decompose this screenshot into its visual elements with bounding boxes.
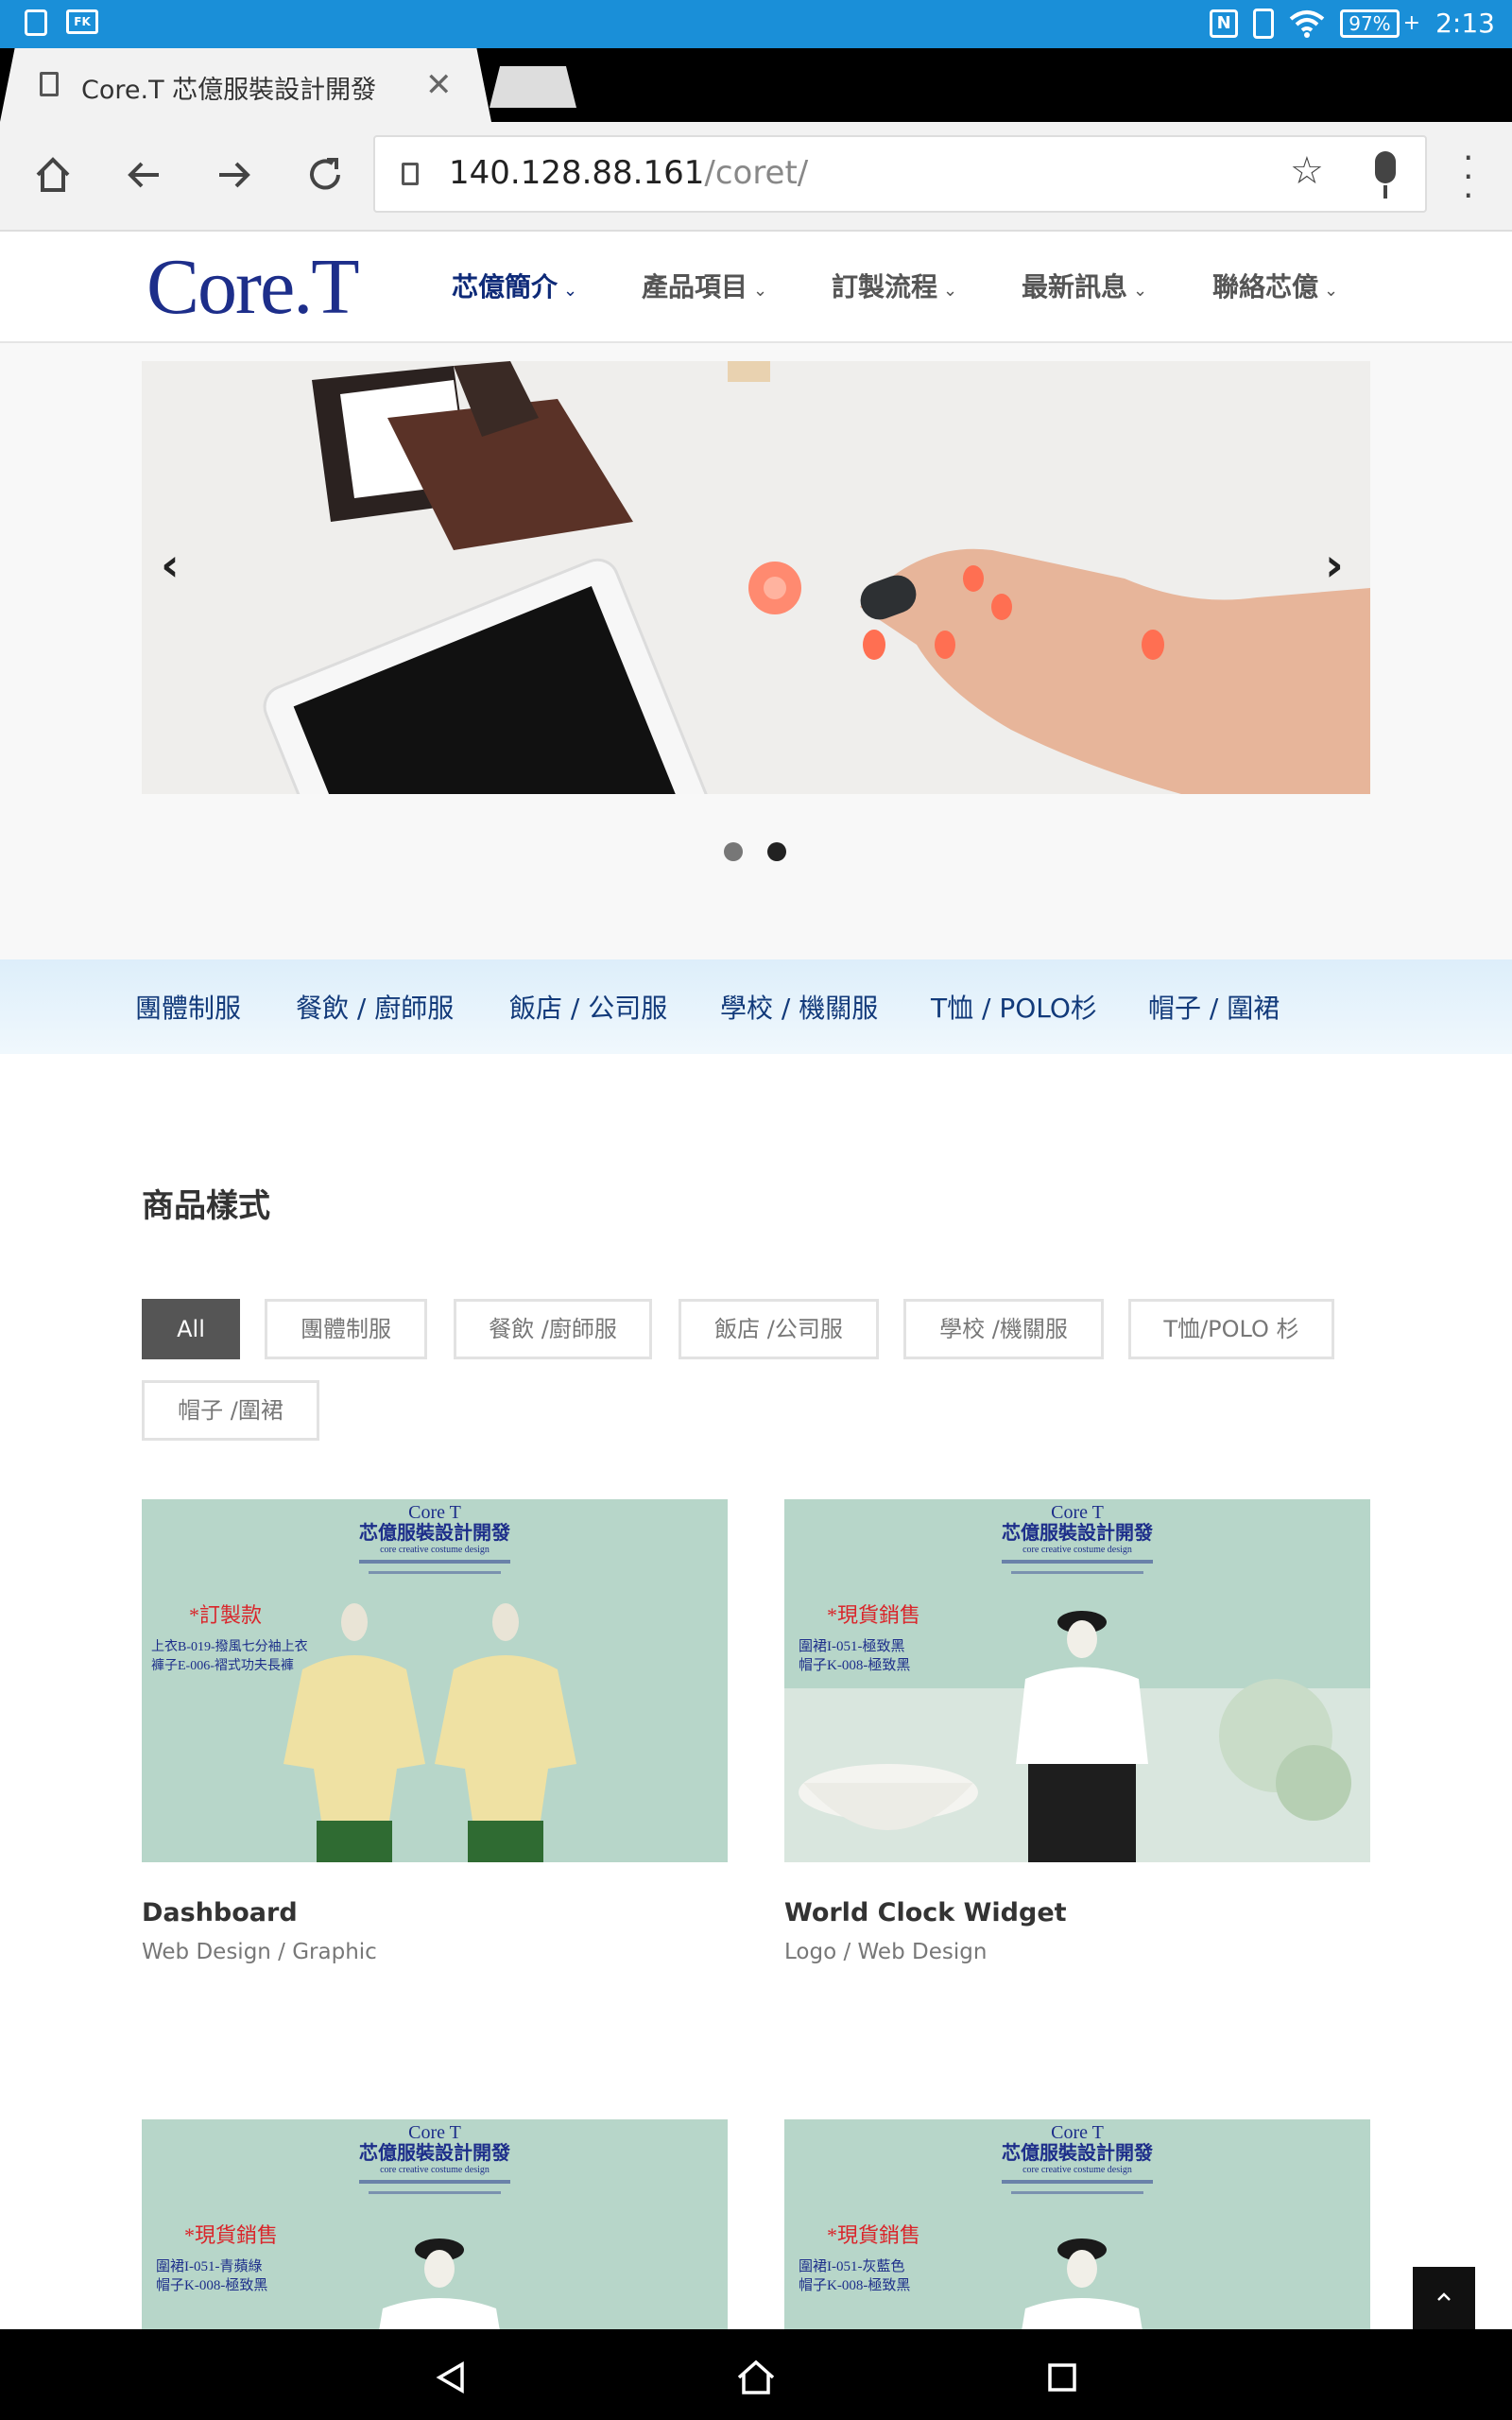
forward-icon[interactable] [206,147,263,203]
status-bar: FK N 97% + 2:13 [0,0,1512,48]
filter-button[interactable]: T恤/POLO 杉 [1128,1299,1334,1359]
carousel-dot-1[interactable] [724,842,743,861]
url-text[interactable]: 140.128.88.161/coret/ [449,154,808,192]
card-image-line: 帽子K-008-極致黑 [799,2277,910,2293]
fk-icon: FK [66,9,98,34]
filter-button[interactable]: 學校 /機關服 [903,1299,1104,1359]
card-image-company: 芯億服裝設計開發 [1002,2141,1153,2164]
menu-icon[interactable]: · · · [1463,142,1473,214]
url-host: 140.128.88.161 [449,154,705,192]
card-image-brand: Core T [408,1502,461,1523]
category-link[interactable]: 飯店 / 公司服 [509,988,667,1026]
product-card-image[interactable]: Core T 芯億服裝設計開發 core creative costume de… [784,1499,1370,1862]
card-image-tag: *現貨銷售 [184,2223,278,2247]
card-image-line: 圍裙I-051-灰藍色 [799,2258,905,2274]
card-image-tagline: core creative costume design [380,2165,490,2175]
product-card-image[interactable]: Core T 芯億服裝設計開發 core creative costume de… [142,2119,728,2337]
back-icon[interactable] [115,147,172,203]
battery-level: 97% [1349,11,1391,35]
card-image-company: 芯億服裝設計開發 [359,1521,510,1544]
home-icon[interactable] [25,147,81,203]
chevron-down-icon: ⌄ [1133,281,1148,301]
wifi-icon [1289,9,1325,38]
new-tab-button[interactable] [490,66,576,108]
card-image-tag: *訂製款 [189,1603,262,1627]
nfc-icon: N [1210,9,1239,38]
nav-contact[interactable]: 聯絡芯億 ⌄ [1212,267,1338,304]
card-image-tag: *現貨銷售 [827,1603,920,1627]
download-icon [25,9,47,36]
filter-button[interactable]: 帽子 /圍裙 [142,1380,319,1441]
product-card-image[interactable]: Core T 芯億服裝設計開發 core creative costume de… [784,2119,1370,2337]
site-logo[interactable]: Core.T [146,241,360,333]
section-title: 商品樣式 [142,1187,270,1225]
card-image-tagline: core creative costume design [1022,1545,1132,1555]
nav-products-label: 產品項目 [642,271,748,302]
card-image-line: 帽子K-008-極致黑 [799,1657,910,1673]
nav-home-icon[interactable] [728,2349,784,2406]
category-link[interactable]: 團體制服 [135,988,241,1026]
vibrate-icon [1253,8,1275,39]
card-image-company: 芯億服裝設計開發 [1002,1521,1153,1544]
card-image-line: 上衣B-019-撥風七分袖上衣 [151,1639,308,1654]
card-image-line: 圍裙I-051-極致黑 [799,1638,905,1654]
page-info-icon[interactable] [402,163,419,185]
carousel-dot-2[interactable] [767,842,786,861]
mic-icon-stem [1383,185,1387,199]
product-card-subtitle: Web Design / Graphic [142,1940,377,1964]
card-image-brand: Core T [408,2122,461,2143]
filter-button[interactable]: 團體制服 [265,1299,427,1359]
charging-icon: + [1402,11,1421,35]
nav-contact-label: 聯絡芯億 [1212,271,1319,302]
chevron-down-icon: ⌄ [753,281,768,301]
product-card-subtitle: Logo / Web Design [784,1940,988,1964]
chevron-up-icon [1437,2292,1451,2301]
filter-button[interactable]: 餐飲 /廚師服 [454,1299,652,1359]
filter-button[interactable]: 飯店 /公司服 [679,1299,879,1359]
product-card-title[interactable]: Dashboard [142,1898,298,1927]
carousel-prev-icon[interactable]: ‹ [161,539,180,592]
nav-news[interactable]: 最新訊息 ⌄ [1022,267,1147,304]
filter-all-button[interactable]: All [142,1299,240,1359]
card-image-brand: Core T [1051,1502,1104,1523]
nav-products[interactable]: 產品項目 ⌄ [642,267,767,304]
tab-title[interactable]: Core.T 芯億服裝設計開發 [81,69,376,106]
nav-news-label: 最新訊息 [1022,271,1128,302]
battery-icon: 97% [1340,9,1400,38]
product-card-title[interactable]: World Clock Widget [784,1898,1067,1927]
close-tab-icon[interactable]: ✕ [425,66,453,104]
card-image-line: 圍裙I-051-青蘋綠 [156,2258,263,2274]
mic-icon[interactable] [1375,151,1396,183]
card-image-brand: Core T [1051,2122,1104,2143]
chevron-down-icon: ⌄ [943,281,958,301]
nav-process-label: 訂製流程 [832,271,938,302]
nav-process[interactable]: 訂製流程 ⌄ [832,267,957,304]
back-to-top-button[interactable] [1413,2267,1475,2329]
carousel-next-icon[interactable]: › [1325,539,1344,592]
card-image-line: 帽子K-008-極致黑 [156,2277,267,2293]
clock: 2:13 [1435,8,1495,39]
nav-about-label: 芯億簡介 [452,271,558,302]
card-image-tag: *現貨銷售 [827,2223,920,2247]
product-card-image[interactable]: Core T 芯億服裝設計開發 core creative costume de… [142,1499,728,1862]
carousel-slide-image [142,361,1370,794]
nav-recents-icon[interactable] [1034,2349,1091,2406]
card-image-tagline: core creative costume design [380,1545,490,1555]
url-path: /coret/ [704,154,809,192]
reload-icon[interactable] [297,147,353,203]
nav-about[interactable]: 芯億簡介 ⌄ [452,267,577,304]
category-link[interactable]: T恤 / POLO杉 [931,988,1097,1026]
card-image-company: 芯億服裝設計開發 [359,2141,510,2164]
chevron-down-icon: ⌄ [563,281,578,301]
card-image-line: 褲子E-006-褶式功夫長褲 [151,1658,294,1673]
category-link[interactable]: 學校 / 機關服 [720,988,878,1026]
nav-back-icon[interactable] [422,2349,479,2406]
bookmark-star-icon[interactable]: ☆ [1290,149,1324,193]
category-link[interactable]: 餐飲 / 廚師服 [296,988,454,1026]
chevron-down-icon: ⌄ [1324,281,1339,301]
card-image-tagline: core creative costume design [1022,2165,1132,2175]
category-link[interactable]: 帽子 / 圍裙 [1148,988,1280,1026]
page-icon [40,72,59,96]
